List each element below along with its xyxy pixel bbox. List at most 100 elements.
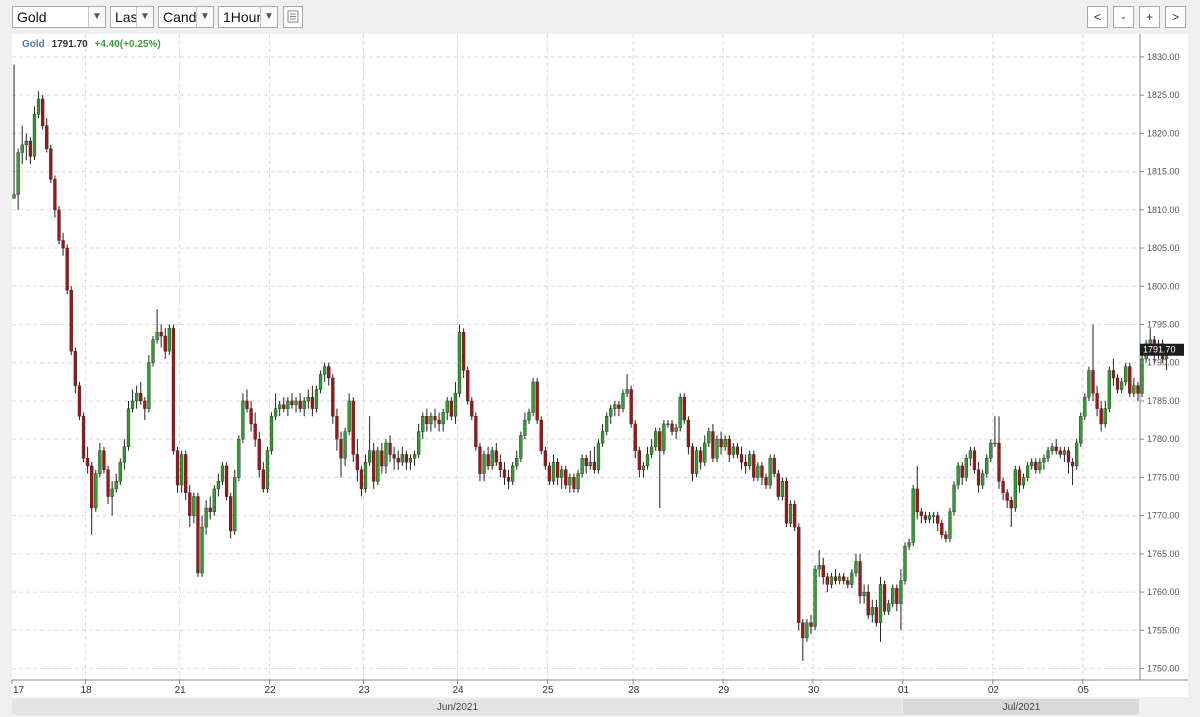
candlestick-chart[interactable]: 1750.00 1755.00 1760.00 1765.00 1770.00 1775.… <box>0 34 1200 717</box>
day-tick-label: 25 <box>542 685 554 696</box>
candle-body <box>1103 408 1107 425</box>
candle <box>57 206 61 245</box>
candle-body <box>106 469 110 497</box>
candle <box>457 324 462 398</box>
candle-body <box>535 381 539 421</box>
indicators-button[interactable] <box>283 6 303 28</box>
candle <box>813 565 817 631</box>
candle <box>151 335 155 367</box>
candle-body <box>363 461 368 490</box>
candle-body <box>102 450 106 470</box>
candle <box>351 397 355 463</box>
price-tick-label: 1810.00 <box>1147 205 1180 215</box>
candle-body <box>151 339 155 363</box>
candle-body <box>874 607 879 623</box>
legend-price: 1791.70 <box>52 39 89 50</box>
candle-body <box>760 465 764 478</box>
zoom-out-button[interactable]: - <box>1113 6 1134 28</box>
candle <box>77 381 82 421</box>
price-tick-label: 1815.00 <box>1147 167 1180 177</box>
zoom-in-button[interactable]: + <box>1139 6 1160 28</box>
candle-body <box>678 396 682 428</box>
candle-body <box>461 331 466 371</box>
candle <box>314 385 319 413</box>
candle-body <box>290 400 294 405</box>
candle <box>952 481 956 516</box>
candle <box>903 542 907 585</box>
candle-body <box>764 477 768 486</box>
candle-body <box>592 461 597 470</box>
candle <box>531 378 535 417</box>
candle-body <box>756 465 760 478</box>
candle-body <box>163 335 167 352</box>
candle <box>1075 439 1079 470</box>
candle-body <box>539 419 543 451</box>
scroll-left-button[interactable]: < <box>1087 6 1108 28</box>
candle-body <box>817 565 821 570</box>
candle <box>776 469 780 501</box>
candle-body <box>1095 393 1099 409</box>
candle-body <box>57 209 61 241</box>
candle-body <box>997 442 1001 482</box>
candle <box>49 144 53 184</box>
symbol-select-value: Gold <box>17 9 47 25</box>
candle-body <box>392 454 396 459</box>
candle-body <box>788 503 793 524</box>
candle-body <box>110 488 114 497</box>
candle-body <box>743 461 748 467</box>
price-tick-label: 1830.00 <box>1147 52 1180 62</box>
candle <box>784 477 789 528</box>
price-tick-label: 1770.00 <box>1147 511 1180 521</box>
chevron-down-icon[interactable]: ▼ <box>88 7 105 27</box>
candle-body <box>976 469 981 486</box>
candle <box>224 462 229 501</box>
candle-body <box>793 503 797 528</box>
candle <box>69 286 73 356</box>
candle-body <box>1017 469 1022 486</box>
candle-body <box>555 461 560 478</box>
candle-body <box>421 416 425 432</box>
candle-body <box>269 416 274 451</box>
candle-body <box>478 446 482 474</box>
candle-body <box>1107 370 1111 409</box>
chevron-down-icon[interactable]: ▼ <box>260 7 277 27</box>
candle-body <box>1054 446 1058 451</box>
candle-body <box>347 400 351 432</box>
price-tick-label: 1750.00 <box>1147 664 1180 674</box>
scroll-right-button[interactable]: > <box>1165 6 1186 28</box>
chevron-down-icon[interactable]: ▼ <box>136 7 153 27</box>
chart-style-select[interactable]: Candle ▼ <box>158 6 214 28</box>
candle-body <box>85 458 90 467</box>
candle-body <box>600 431 605 444</box>
candle-body <box>1136 385 1140 394</box>
candle-body <box>551 461 556 482</box>
candle-body <box>940 523 944 535</box>
price-field-select[interactable]: Last ▼ <box>110 6 154 28</box>
candle <box>1128 362 1132 398</box>
candle-body <box>543 450 547 467</box>
candle <box>911 485 915 547</box>
day-tick-label: 18 <box>81 685 93 696</box>
candle <box>797 523 801 631</box>
candle-body <box>20 144 24 153</box>
candle <box>102 446 106 474</box>
candle <box>212 485 216 516</box>
symbol-select[interactable]: Gold ▼ <box>12 6 106 28</box>
candle <box>184 450 188 501</box>
candle-body <box>1001 481 1005 493</box>
candle <box>269 412 274 455</box>
chevron-down-icon[interactable]: ▼ <box>196 7 213 27</box>
candle <box>126 400 131 451</box>
candle-body <box>609 408 613 417</box>
candle-body <box>261 469 265 490</box>
candle-body <box>617 404 621 409</box>
candle-body <box>911 488 915 543</box>
candle-body <box>907 542 911 547</box>
candle-body <box>208 507 212 513</box>
candle <box>474 412 478 451</box>
candle-body <box>1091 370 1095 394</box>
candle-body <box>425 416 429 425</box>
candle-body <box>388 442 392 455</box>
interval-select[interactable]: 1Hour ▼ <box>218 6 278 28</box>
candle-body <box>703 442 707 463</box>
